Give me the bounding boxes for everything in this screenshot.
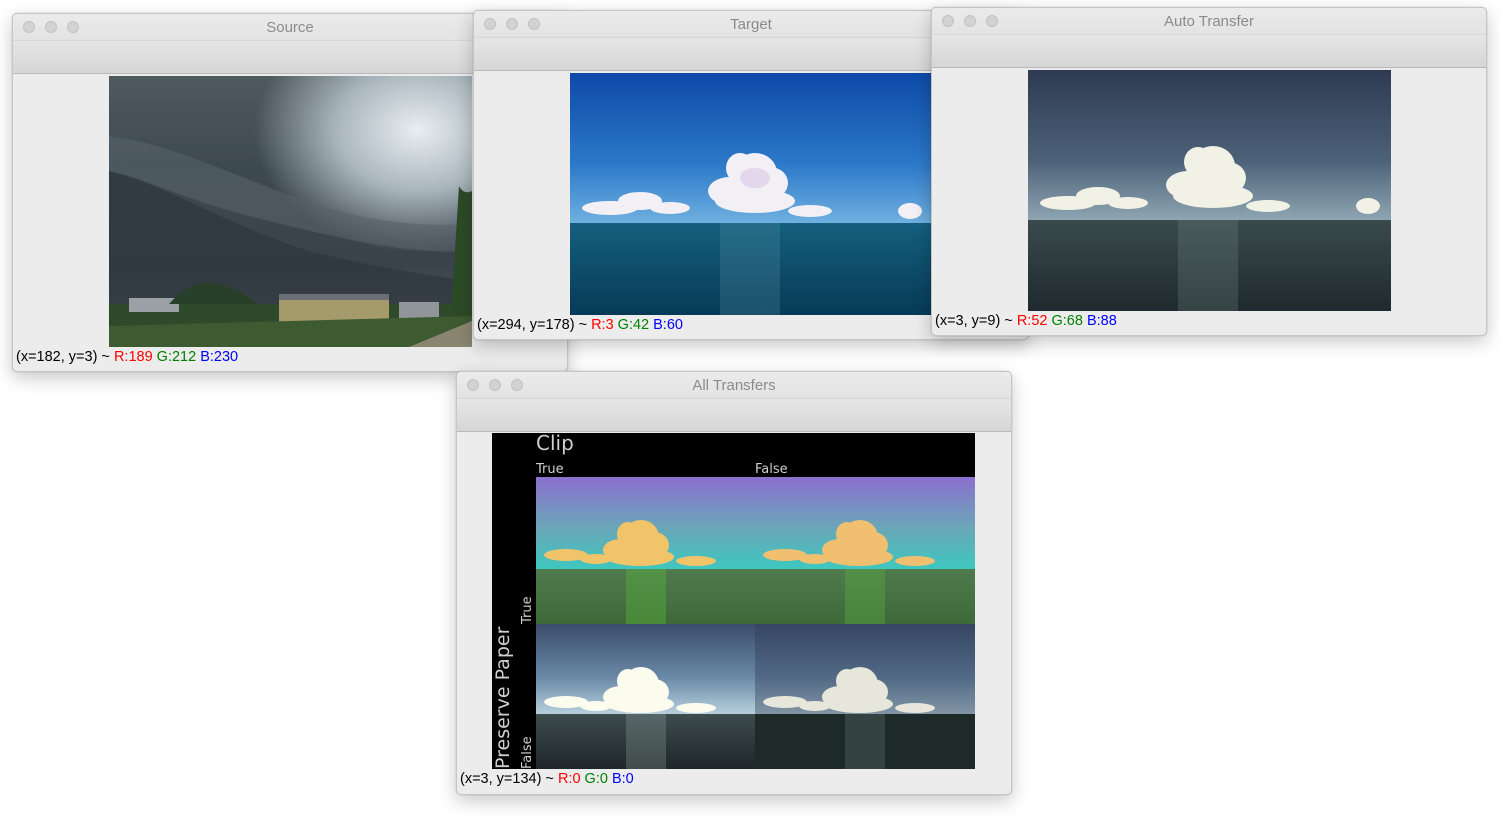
status-blue: B:0 — [611, 771, 634, 787]
auto-titlebar[interactable]: Auto Transfer — [932, 8, 1486, 35]
preserve-true-label: True — [520, 596, 535, 624]
status-coords: (x=182, y=3) ~ — [16, 349, 114, 365]
all-toolbar — [457, 399, 1011, 432]
pixel-status: (x=3, y=9) ~ R:52 G:68 B:88 — [935, 313, 1117, 329]
target-image[interactable] — [570, 73, 933, 315]
status-coords: (x=294, y=178) ~ — [477, 317, 592, 333]
status-green: G:212 — [156, 349, 197, 365]
auto-toolbar — [932, 35, 1486, 68]
status-red: R:52 — [1016, 313, 1048, 329]
status-red: R:0 — [557, 771, 581, 787]
auto-transfer-window[interactable]: Auto Transfer (x=3, y=9) ~ R:52 G:68 B:8… — [931, 7, 1487, 336]
preserve-paper-axis-label: Preserve Paper — [492, 626, 514, 769]
clip-false-label: False — [755, 462, 788, 477]
status-blue: B:60 — [653, 317, 683, 333]
all-transfers-image[interactable]: Clip True False Preserve Paper True Fals… — [492, 433, 975, 769]
all-transfers-window[interactable]: All Transfers Clip True False Preserve P… — [456, 371, 1012, 795]
status-blue: B:88 — [1086, 313, 1117, 329]
auto-transfer-image[interactable] — [1028, 70, 1391, 311]
preserve-false-label: False — [520, 736, 535, 769]
status-green: G:0 — [584, 771, 608, 787]
status-red: R:189 — [113, 349, 153, 365]
clip-true-label: True — [536, 462, 564, 477]
pixel-status: (x=294, y=178) ~ R:3 G:42 B:60 — [477, 317, 683, 333]
window-title: Auto Transfer — [1163, 13, 1255, 30]
status-blue: B:230 — [200, 349, 239, 365]
status-green: G:42 — [617, 317, 650, 333]
status-coords: (x=3, y=9) ~ — [935, 313, 1017, 329]
status-red: R:3 — [591, 317, 614, 333]
clip-axis-label: Clip — [536, 433, 574, 455]
source-image[interactable] — [109, 76, 472, 347]
all-titlebar[interactable]: All Transfers — [457, 372, 1011, 399]
window-title: All Transfers — [692, 377, 776, 394]
status-green: G:68 — [1051, 313, 1083, 329]
pixel-status: (x=182, y=3) ~ R:189 G:212 B:230 — [16, 349, 238, 365]
pixel-status: (x=3, y=134) ~ R:0 G:0 B:0 — [460, 771, 634, 787]
status-coords: (x=3, y=134) ~ — [460, 771, 558, 787]
